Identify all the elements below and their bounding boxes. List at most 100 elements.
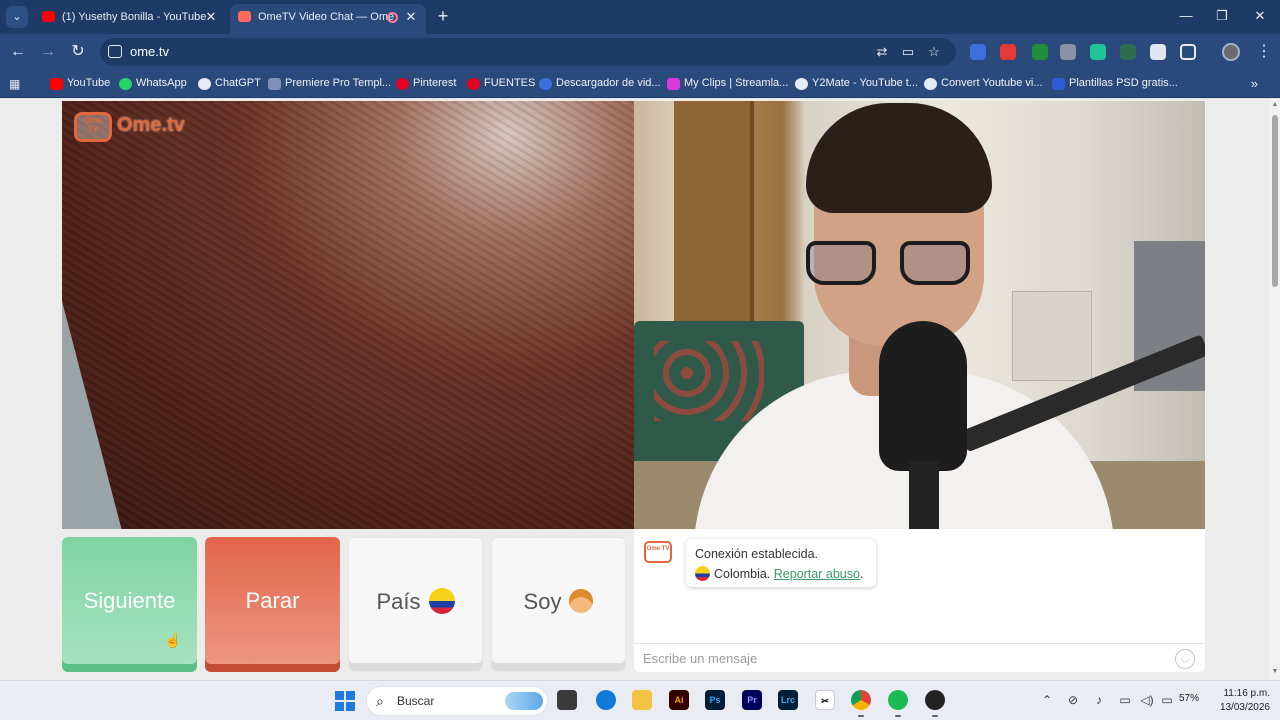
logo-tv-text: Ome TV: [84, 116, 102, 134]
hand-cursor-icon: ☝: [164, 632, 182, 648]
country-button[interactable]: País: [348, 537, 483, 672]
bookmark-whatsapp[interactable]: WhatsApp: [119, 70, 187, 98]
extensions-puzzle-icon[interactable]: [1180, 44, 1196, 60]
next-button-label: Siguiente: [83, 588, 176, 613]
chat-logo-text: Ome TV: [646, 546, 670, 552]
premiere-icon[interactable]: Pr: [742, 690, 762, 710]
video-scene-shape: [1012, 291, 1092, 381]
taskbar-search-label: Buscar: [397, 694, 435, 708]
bookmark-premiere-templates[interactable]: Premiere Pro Templ...: [268, 70, 391, 98]
extension-icon[interactable]: [1032, 44, 1048, 60]
battery-icon[interactable]: ▭: [1158, 691, 1176, 709]
address-bar[interactable]: ome.tv ⇄ ▭ ☆: [100, 38, 956, 66]
extension-icon[interactable]: [1000, 44, 1016, 60]
country-line: Colombia. Reportar abuso.: [695, 564, 867, 584]
new-tab-button[interactable]: +: [432, 5, 454, 27]
network-off-icon[interactable]: ⊘: [1064, 691, 1082, 709]
extension-icon[interactable]: [1090, 44, 1106, 60]
bookmark-chatgpt[interactable]: ChatGPT: [198, 70, 261, 98]
message-input[interactable]: [643, 648, 1163, 668]
bookmark-streamlabs[interactable]: My Clips | Streamla...: [667, 70, 788, 98]
tab-title: (1) Yusethy Bonilla - YouTube: [62, 11, 207, 23]
chrome-icon[interactable]: [851, 690, 871, 710]
capcut-icon[interactable]: ✂: [815, 690, 835, 710]
report-abuse-link[interactable]: Reportar abuso: [774, 567, 860, 581]
tab-search-button[interactable]: ⌄: [6, 6, 28, 28]
reload-button[interactable]: ↻: [66, 40, 90, 64]
illustrator-icon[interactable]: Ai: [669, 690, 689, 710]
video-person-shape: [806, 241, 876, 285]
stranger-video: [62, 101, 634, 529]
bookmark-plantillas-psd[interactable]: Plantillas PSD gratis...: [1052, 70, 1178, 98]
extension-icon[interactable]: [970, 44, 986, 60]
bookmarks-overflow-icon[interactable]: »: [1251, 70, 1258, 98]
taskbar-search[interactable]: ⌕ Buscar: [366, 686, 548, 716]
stop-button[interactable]: Parar: [205, 537, 340, 672]
bookmark-convert-youtube[interactable]: Convert Youtube vi...: [924, 70, 1043, 98]
tab-title: OmeTV Video Chat — Ome: [258, 11, 395, 23]
colombia-flag-icon: [695, 565, 710, 581]
tab-strip: ⌄ (1) Yusethy Bonilla - YouTube ✕ OmeTV …: [0, 0, 1280, 34]
bookmark-descargador[interactable]: Descargador de vid...: [539, 70, 661, 98]
extension-icon[interactable]: [1150, 44, 1166, 60]
gender-button-label: Soy: [523, 589, 562, 614]
streamlabs-icon: [667, 78, 680, 90]
file-explorer-icon[interactable]: [557, 690, 577, 710]
whatsapp-icon: [119, 78, 132, 90]
active-app-indicator: [932, 715, 938, 717]
extension-icon[interactable]: [1120, 44, 1136, 60]
flag-icon: [268, 78, 281, 90]
bookmark-pinterest[interactable]: Pinterest: [396, 70, 456, 98]
next-button[interactable]: Siguiente: [62, 537, 197, 672]
restore-button[interactable]: ❐: [1204, 0, 1240, 32]
scroll-thumb[interactable]: [1272, 115, 1278, 287]
tab-ometv[interactable]: OmeTV Video Chat — Ome ✕: [230, 4, 426, 34]
chat-input-bar: ◡: [634, 643, 1205, 672]
pinterest-icon: [396, 78, 409, 90]
clock[interactable]: 11:16 p.m. 13/03/2026: [1206, 687, 1270, 715]
tray-overflow-icon[interactable]: ⌃: [1038, 691, 1056, 709]
display-icon[interactable]: ▭: [1116, 691, 1134, 709]
edge-icon[interactable]: [596, 690, 616, 710]
profile-avatar[interactable]: [1222, 43, 1240, 61]
close-window-button[interactable]: ✕: [1242, 0, 1278, 32]
country-button-label: País: [376, 589, 421, 614]
video-scene-shape: [879, 321, 967, 471]
chatgpt-icon[interactable]: [925, 690, 945, 710]
apps-grid-icon[interactable]: ▦: [9, 77, 23, 91]
minimize-button[interactable]: —: [1168, 0, 1204, 32]
photoshop-icon[interactable]: Ps: [705, 690, 725, 710]
url-text[interactable]: ome.tv: [130, 38, 169, 66]
bookmarks-bar: ▦ YouTube WhatsApp ChatGPT Premiere Pro …: [0, 70, 1280, 98]
bookmark-youtube[interactable]: YouTube: [50, 70, 110, 98]
microphone-icon[interactable]: ♪: [1090, 691, 1108, 709]
extension-icon[interactable]: [1060, 44, 1076, 60]
site-info-icon[interactable]: [108, 45, 122, 58]
gender-button[interactable]: Soy: [491, 537, 626, 672]
clock-date: 13/03/2026: [1219, 702, 1270, 713]
translate-icon[interactable]: ⇄: [874, 44, 890, 60]
bookmark-star-icon[interactable]: ☆: [926, 44, 942, 60]
battery-percent: 57%: [1179, 693, 1200, 704]
close-tab-icon[interactable]: ✕: [204, 4, 218, 30]
scroll-up-icon[interactable]: ▲: [1271, 101, 1279, 111]
scroll-down-icon[interactable]: ▼: [1271, 668, 1279, 678]
page-scrollbar[interactable]: ▲ ▼: [1270, 99, 1280, 680]
ometv-icon: [238, 11, 251, 22]
bookmark-fuentes[interactable]: FUENTES: [467, 70, 535, 98]
windows-start-icon[interactable]: [335, 691, 355, 711]
spotify-icon[interactable]: [888, 690, 908, 710]
folder-icon[interactable]: [632, 690, 652, 710]
volume-icon[interactable]: ◁): [1138, 691, 1156, 709]
close-tab-icon[interactable]: ✕: [404, 4, 418, 30]
tab-youtube[interactable]: (1) Yusethy Bonilla - YouTube ✕: [34, 4, 226, 34]
emoji-icon[interactable]: ◡: [1175, 649, 1195, 669]
menu-kebab-icon[interactable]: ⋮: [1252, 40, 1276, 64]
bookmark-y2mate[interactable]: Y2Mate - YouTube t...: [795, 70, 918, 98]
convert-icon: [924, 78, 937, 90]
lightroom-icon[interactable]: Lrc: [778, 690, 798, 710]
cast-icon[interactable]: ▭: [900, 44, 916, 60]
forward-button[interactable]: →: [36, 40, 60, 64]
colombia-flag-icon: [428, 588, 455, 615]
back-button[interactable]: ←: [6, 40, 30, 64]
